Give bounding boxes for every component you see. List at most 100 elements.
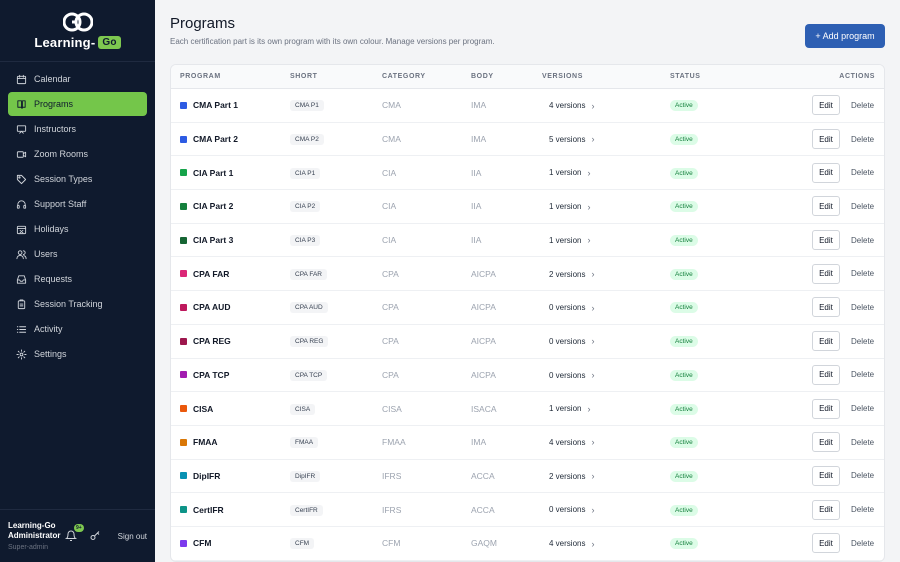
program-color-swatch (180, 371, 187, 379)
versions-cell: 0 versions › (542, 370, 670, 380)
delete-button[interactable]: Delete (851, 370, 875, 379)
sidebar-item-label: Programs (34, 99, 74, 109)
sidebar-item-calendar[interactable]: Calendar (8, 67, 147, 91)
delete-button[interactable]: Delete (851, 269, 875, 278)
program-cell: CIA Part 3 (171, 235, 290, 245)
sidebar-item-label: Users (34, 249, 58, 259)
column-header-program: Program (180, 73, 221, 80)
status-cell: Active (670, 369, 770, 381)
notifications-button[interactable]: 9+ (64, 524, 84, 543)
delete-button[interactable]: Delete (851, 337, 875, 346)
edit-button[interactable]: Edit (812, 533, 840, 554)
delete-button[interactable]: Delete (851, 135, 875, 144)
delete-button[interactable]: Delete (851, 404, 875, 413)
delete-button[interactable]: Delete (851, 202, 875, 211)
versions-count: 4 versions (549, 539, 586, 549)
sidebar-footer: Learning-Go Administrator Super-admin 9+… (0, 509, 155, 562)
program-cell: CPA REG (171, 336, 290, 346)
sidebar-item-programs[interactable]: Programs (8, 92, 147, 116)
program-name: CMA Part 2 (193, 134, 239, 145)
versions-count: 4 versions (549, 101, 586, 111)
versions-link[interactable]: 0 versions › (542, 505, 594, 515)
page-title: Programs (170, 15, 236, 32)
edit-button[interactable]: Edit (812, 499, 840, 520)
versions-link[interactable]: 1 version › (542, 168, 590, 178)
chevron-right-icon: › (591, 471, 595, 482)
versions-link[interactable]: 2 versions › (542, 471, 594, 481)
versions-cell: 4 versions › (542, 437, 670, 447)
versions-link[interactable]: 4 versions › (542, 101, 594, 111)
edit-button[interactable]: Edit (812, 364, 840, 385)
status-cell: Active (670, 234, 770, 247)
edit-button[interactable]: Edit (812, 432, 840, 453)
sidebar: Learning- Go Calendar Programs Instructors… (0, 0, 155, 562)
delete-button[interactable]: Delete (851, 101, 875, 110)
versions-link[interactable]: 1 version › (542, 202, 590, 212)
sidebar-item-users[interactable]: Users (8, 242, 147, 266)
sign-out-link[interactable]: Sign out (118, 532, 147, 541)
sidebar-item-settings[interactable]: Settings (8, 342, 147, 366)
edit-button[interactable]: Edit (812, 196, 840, 217)
sidebar-item-requests[interactable]: Requests (8, 267, 147, 291)
edit-button[interactable]: Edit (812, 230, 840, 251)
sidebar-item-session-types[interactable]: Session Types (8, 167, 147, 191)
delete-button[interactable]: Delete (851, 505, 875, 514)
edit-button[interactable]: Edit (812, 162, 840, 183)
actions-cell: Edit Delete (770, 162, 884, 183)
sidebar-item-zoom-rooms[interactable]: Zoom Rooms (8, 142, 147, 166)
sidebar-item-label: Zoom Rooms (34, 149, 89, 159)
edit-button[interactable]: Edit (812, 263, 840, 284)
versions-link[interactable]: 4 versions › (542, 539, 594, 549)
table-row: FMAA FMAA FMAA IMA 4 versions › Active Edit Dele… (171, 426, 884, 460)
versions-link[interactable]: 0 versions › (542, 336, 594, 346)
program-color-swatch (180, 472, 187, 480)
sidebar-item-instructors[interactable]: Instructors (8, 117, 147, 141)
delete-button[interactable]: Delete (851, 303, 875, 312)
status-cell: Active (670, 268, 770, 280)
edit-button[interactable]: Edit (812, 129, 840, 150)
edit-button[interactable]: Edit (812, 297, 840, 318)
versions-link[interactable]: 1 version › (542, 235, 590, 245)
key-button[interactable] (88, 529, 102, 543)
program-cell: CertIFR (171, 505, 290, 515)
versions-link[interactable]: 1 version › (542, 404, 590, 414)
body-cell: AICPA (471, 268, 496, 279)
edit-button[interactable]: Edit (812, 331, 840, 352)
short-cell: CPA TCP (290, 369, 382, 381)
versions-link[interactable]: 2 versions › (542, 269, 594, 279)
key-icon (90, 531, 99, 540)
edit-button[interactable]: Edit (812, 398, 840, 419)
actions-cell: Edit Delete (770, 129, 884, 150)
sidebar-item-label: Support Staff (34, 199, 87, 209)
table-row: CertIFR CertIFR IFRS ACCA 0 versions › Active E… (171, 493, 884, 527)
versions-link[interactable]: 0 versions › (542, 303, 594, 313)
delete-button[interactable]: Delete (851, 438, 875, 447)
notification-count-badge: 9+ (73, 524, 84, 532)
tag-icon (16, 174, 27, 184)
versions-link[interactable]: 5 versions › (542, 134, 594, 144)
short-code-badge: CPA FAR (290, 268, 327, 280)
logo[interactable]: Learning- Go (0, 0, 155, 62)
body-cell: ACCA (471, 504, 495, 515)
status-badge: Active (670, 302, 698, 314)
program-name: CPA TCP (193, 369, 230, 380)
delete-button[interactable]: Delete (851, 471, 875, 480)
sidebar-item-activity[interactable]: Activity (8, 317, 147, 341)
short-code-badge: CPA AUD (290, 302, 328, 314)
chevron-right-icon: › (591, 134, 595, 145)
versions-link[interactable]: 0 versions › (542, 370, 594, 380)
delete-button[interactable]: Delete (851, 168, 875, 177)
add-program-button[interactable]: + Add program (805, 24, 885, 48)
delete-button[interactable]: Delete (851, 539, 875, 548)
table-row: CMA Part 1 CMA P1 CMA IMA 4 versions › Active E… (171, 89, 884, 123)
edit-button[interactable]: Edit (812, 465, 840, 486)
actions-cell: Edit Delete (770, 432, 884, 453)
sidebar-item-session-tracking[interactable]: Session Tracking (8, 292, 147, 316)
table-body: CMA Part 1 CMA P1 CMA IMA 4 versions › Active E… (171, 89, 884, 561)
edit-button[interactable]: Edit (812, 95, 840, 116)
sidebar-item-holidays[interactable]: Holidays (8, 217, 147, 241)
sidebar-item-support-staff[interactable]: Support Staff (8, 192, 147, 216)
versions-link[interactable]: 4 versions › (542, 437, 594, 447)
delete-button[interactable]: Delete (851, 236, 875, 245)
chevron-right-icon: › (587, 403, 591, 414)
